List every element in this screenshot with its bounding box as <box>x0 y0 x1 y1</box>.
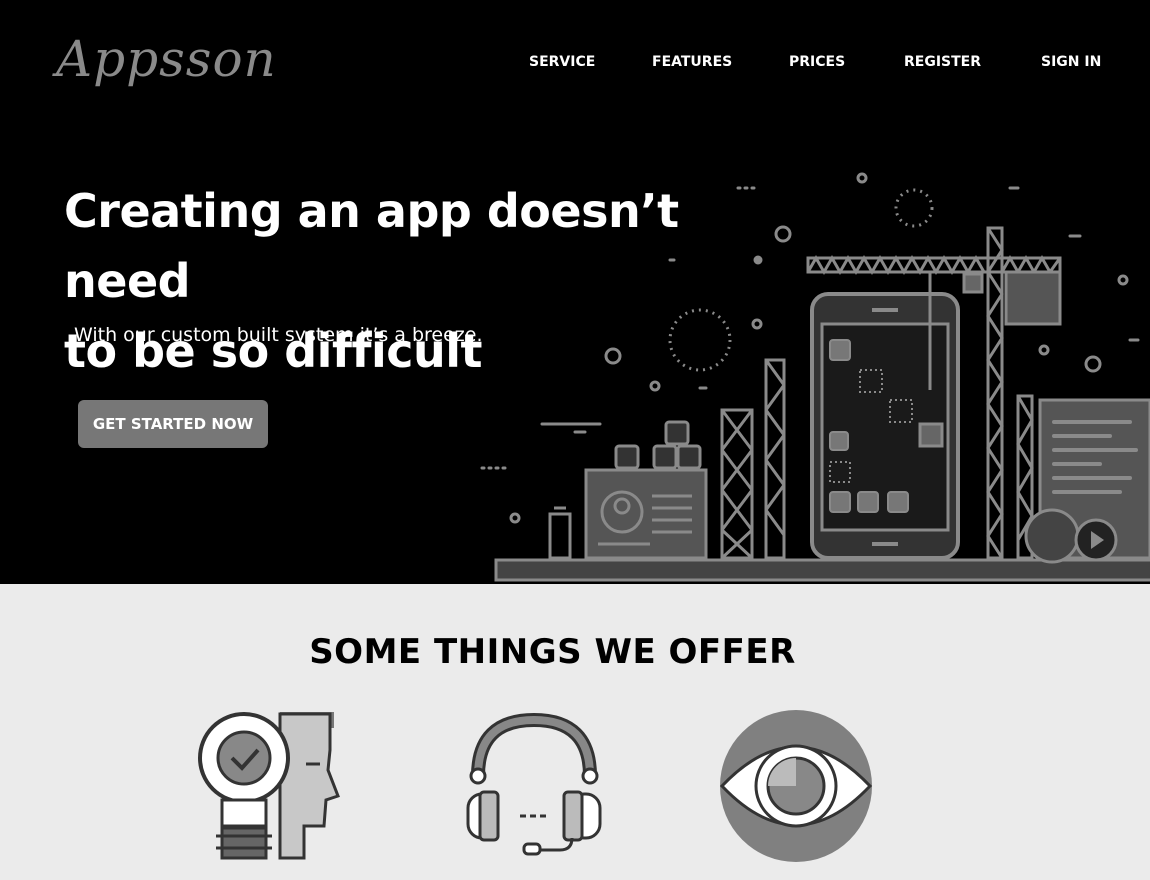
get-started-button[interactable]: GET STARTED NOW <box>78 400 268 448</box>
nav-service[interactable]: SERVICE <box>529 54 595 70</box>
eye-icon <box>720 710 873 862</box>
lightbulb-head-icon <box>198 712 340 860</box>
tag-badge-icon <box>1024 508 1080 564</box>
nav-features[interactable]: FEATURES <box>652 54 732 70</box>
dotted-circle-decoration <box>668 308 732 372</box>
hero-section: Appsson SERVICE FEATURES PRICES REGISTER… <box>0 0 1150 584</box>
battery-icon <box>548 512 572 560</box>
headset-icon <box>466 712 602 856</box>
hero-subline: With our custom built system it’s a bree… <box>74 324 483 346</box>
offer-section: SOME THINGS WE OFFER <box>0 584 1150 880</box>
dotted-circle-decoration <box>894 188 934 228</box>
nav-sign-in[interactable]: SIGN IN <box>1041 54 1101 70</box>
app-construction-illustration <box>480 172 1150 582</box>
top-nav: SERVICE FEATURES PRICES REGISTER SIGN IN <box>0 54 1150 74</box>
offer-title: SOME THINGS WE OFFER <box>309 632 796 672</box>
nav-register[interactable]: REGISTER <box>904 54 981 70</box>
nav-prices[interactable]: PRICES <box>789 54 845 70</box>
